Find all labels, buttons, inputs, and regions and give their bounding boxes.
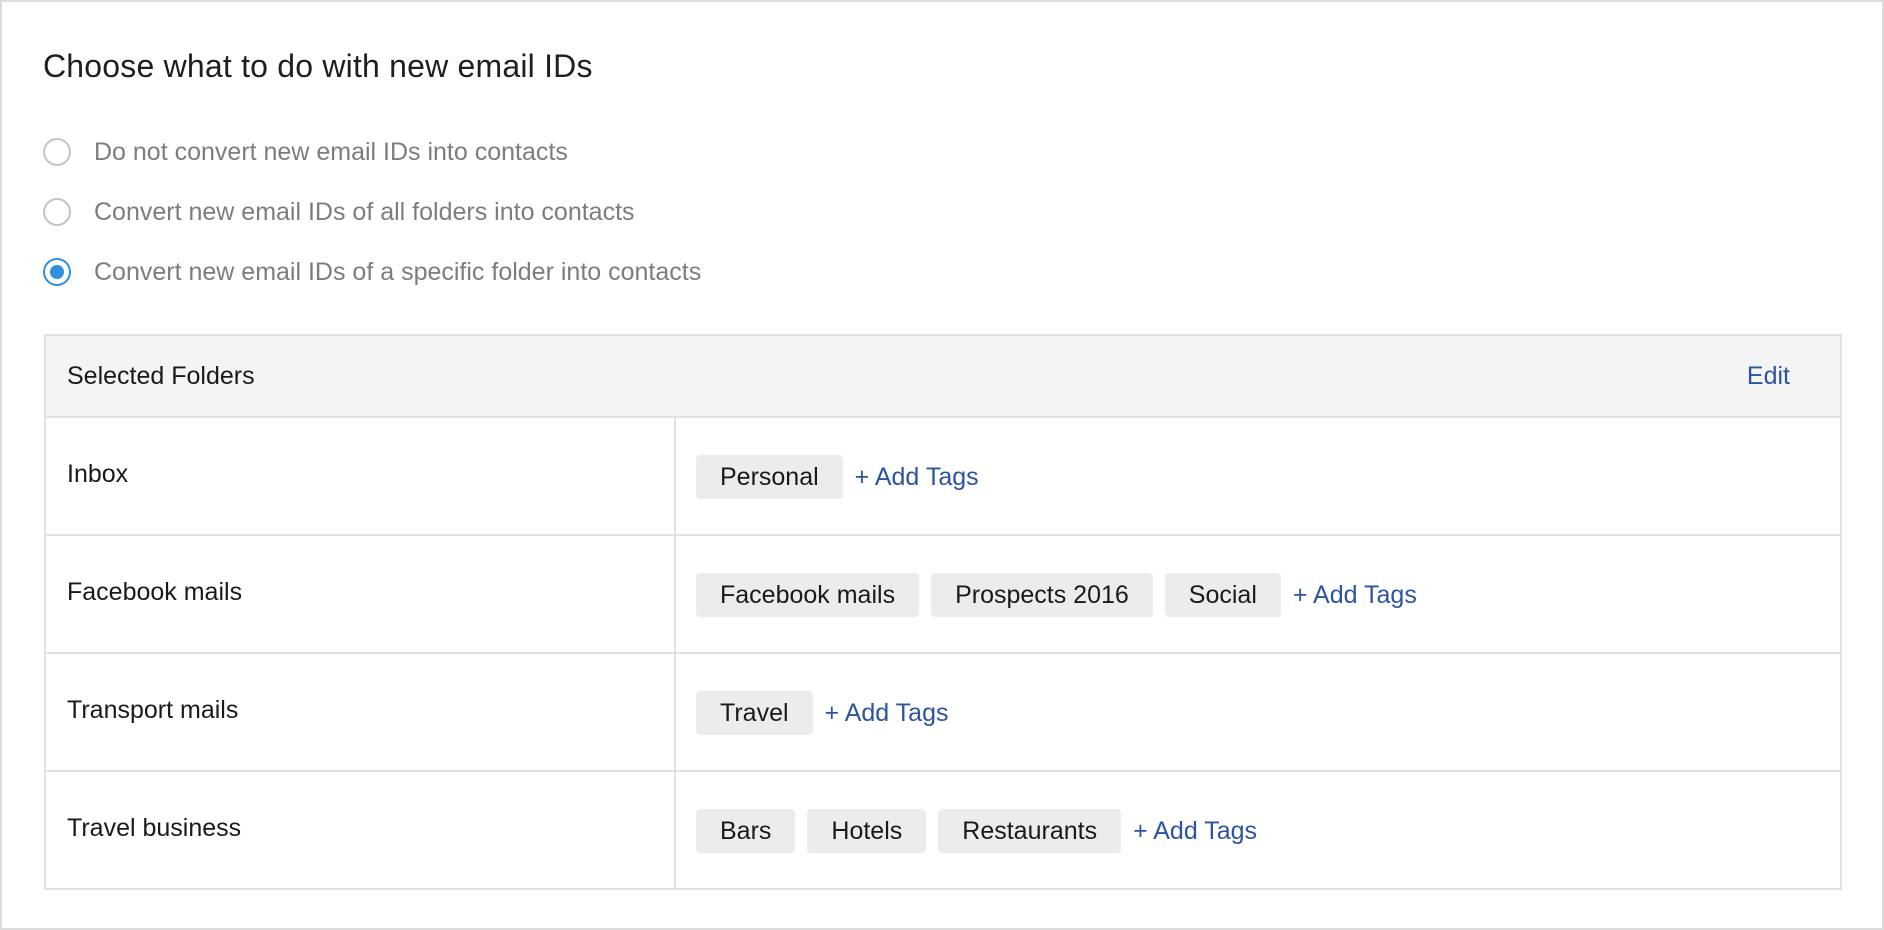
radio-button[interactable] bbox=[43, 138, 71, 166]
tag-chip[interactable]: Personal bbox=[696, 455, 843, 499]
folder-row: Travel business Bars Hotels Restaurants + Ad… bbox=[46, 772, 1840, 888]
option-label: Convert new email IDs of all folders int… bbox=[94, 197, 635, 226]
tag-chip[interactable]: Bars bbox=[696, 809, 796, 853]
folder-row: Facebook mails Facebook mails Prospects 20… bbox=[46, 536, 1840, 654]
folder-tags: Travel + Add Tags bbox=[676, 654, 1840, 770]
tag-chip[interactable]: Social bbox=[1164, 573, 1281, 617]
folder-name: Facebook mails bbox=[46, 536, 676, 652]
tag-chip[interactable]: Restaurants bbox=[938, 809, 1122, 853]
add-tags-link[interactable]: + Add Tags bbox=[1133, 817, 1257, 846]
settings-panel: Choose what to do with new email IDs Do … bbox=[0, 0, 1884, 930]
option-label: Convert new email IDs of a specific fold… bbox=[94, 257, 702, 286]
option-do-not-convert[interactable]: Do not convert new email IDs into contac… bbox=[43, 134, 701, 170]
folder-tags: Personal + Add Tags bbox=[676, 418, 1840, 534]
add-tags-link[interactable]: + Add Tags bbox=[855, 463, 979, 492]
selected-folders-header: Selected Folders Edit bbox=[46, 336, 1840, 418]
tag-chip[interactable]: Hotels bbox=[807, 809, 927, 853]
folder-tags: Facebook mails Prospects 2016 Social + Add … bbox=[676, 536, 1840, 652]
option-label: Do not convert new email IDs into contac… bbox=[94, 137, 568, 166]
radio-button[interactable] bbox=[43, 198, 71, 226]
folder-row: Transport mails Travel + Add Tags bbox=[46, 654, 1840, 772]
selected-folders-table: Selected Folders Edit Inbox Personal + Add… bbox=[44, 334, 1842, 890]
conversion-options: Do not convert new email IDs into contac… bbox=[43, 134, 701, 314]
page-title: Choose what to do with new email IDs bbox=[43, 48, 593, 84]
tag-chip[interactable]: Travel bbox=[696, 691, 813, 735]
add-tags-link[interactable]: + Add Tags bbox=[825, 699, 949, 728]
radio-button[interactable] bbox=[43, 258, 71, 286]
folder-rows: Inbox Personal + Add Tags Facebook mails Fac… bbox=[46, 418, 1840, 888]
folder-name: Travel business bbox=[46, 772, 676, 888]
option-convert-specific-folder[interactable]: Convert new email IDs of a specific fold… bbox=[43, 254, 701, 290]
folder-tags: Bars Hotels Restaurants + Add Tags bbox=[676, 772, 1840, 888]
folder-row: Inbox Personal + Add Tags bbox=[46, 418, 1840, 536]
add-tags-link[interactable]: + Add Tags bbox=[1293, 581, 1417, 610]
tag-chip[interactable]: Facebook mails bbox=[696, 573, 920, 617]
selected-folders-title: Selected Folders bbox=[67, 361, 255, 390]
folder-name: Transport mails bbox=[46, 654, 676, 770]
folder-name: Inbox bbox=[46, 418, 676, 534]
edit-folders-link[interactable]: Edit bbox=[1747, 362, 1790, 391]
tag-chip[interactable]: Prospects 2016 bbox=[931, 573, 1153, 617]
option-convert-all-folders[interactable]: Convert new email IDs of all folders int… bbox=[43, 194, 701, 230]
